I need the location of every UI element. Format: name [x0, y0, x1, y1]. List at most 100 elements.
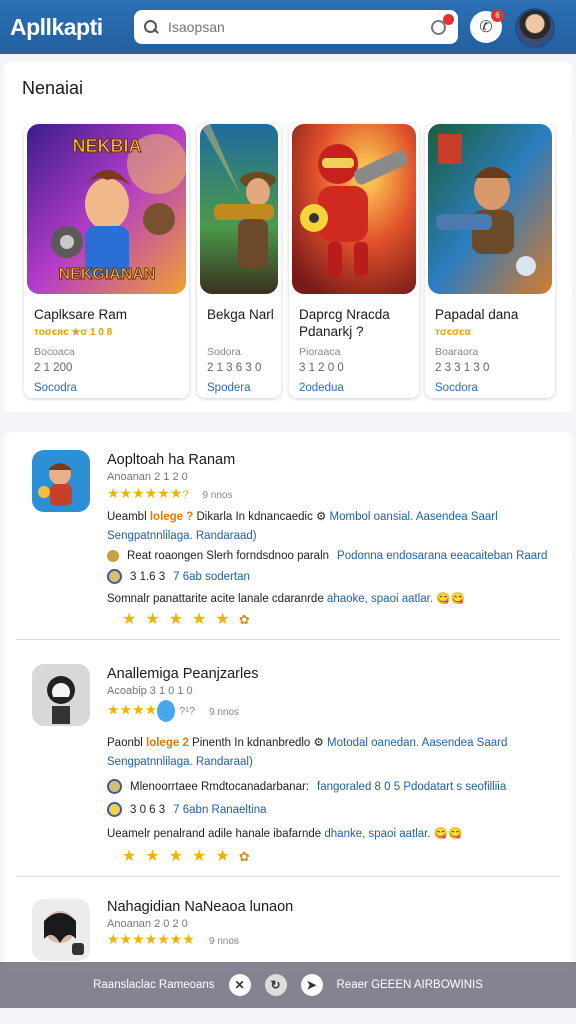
- card-meta: Boaraora: [435, 346, 479, 358]
- star-rating: ★★★★★★★ 9 nnos: [107, 931, 239, 947]
- card-title: Caplksare Ram: [34, 307, 128, 322]
- bell-icon: ✆: [479, 19, 493, 36]
- search-bar[interactable]: [134, 10, 458, 44]
- desc-link[interactable]: Sengpatnnlilaga. Randaraad): [107, 530, 257, 542]
- section-title: Nenaiai: [22, 78, 84, 98]
- card-price: 3 1 2 0 0: [299, 362, 344, 374]
- card-meta: Sodora: [207, 346, 241, 358]
- user-rating-stars[interactable]: ★★★★★✿: [122, 846, 259, 866]
- desc-text: Paonbl: [107, 737, 143, 749]
- app-description: Ueambl lolege ? Dikarla In kdnancaedic ⚙…: [107, 511, 498, 542]
- featured-section: Nenaiai NEKBIA NEKGIANAN Caplksare Ram т…: [4, 62, 572, 412]
- globe-icon: [107, 569, 122, 584]
- card-title: Bekga Narl: [207, 307, 274, 322]
- game-artwork: [200, 124, 278, 294]
- rating-count: 9 nnos: [209, 706, 240, 718]
- app-icon[interactable]: [32, 450, 90, 512]
- feature-link[interactable]: 7 6ab sodertan: [173, 571, 250, 583]
- game-artwork: [428, 124, 552, 294]
- art-title-text: NEKBIA: [72, 136, 141, 156]
- desc-link[interactable]: Mombol oansial. Aasendea Saarl: [330, 511, 498, 523]
- card-action-link[interactable]: Spodera: [207, 382, 250, 394]
- desc-text: Pinenth In kdnanbredlo: [192, 737, 311, 749]
- user-avatar[interactable]: [515, 8, 555, 48]
- list-item[interactable]: Nahagidian NaNeaoa lunaon Anoanan 2 0 2 …: [16, 877, 560, 972]
- feature-row: Reat roaongen Slerh forndsdnoo paraln Po…: [107, 550, 547, 562]
- card-action-link[interactable]: Socdora: [435, 382, 478, 394]
- desc-highlight: lolege ?: [149, 511, 194, 523]
- app-icon[interactable]: [32, 899, 90, 961]
- info-icon: [107, 779, 122, 794]
- tools-icon[interactable]: ✕: [228, 974, 251, 996]
- art-subtitle-text: NEKGIANAN: [59, 266, 156, 283]
- app-subtitle: Anoanan 2 1 2 0: [107, 471, 188, 483]
- card-title-line2: Pdanarkj ?: [299, 324, 364, 339]
- card-rating: тоσєяє ★σ 1 0 8: [34, 327, 113, 338]
- desc-highlight: lolege 2: [146, 737, 189, 749]
- feature-text: Reat roaongen Slerh forndsdnoo paraln: [127, 550, 330, 562]
- feature-row: 3 1.6 3 7 6ab sodertan: [107, 569, 250, 584]
- featured-card[interactable]: NEKBIA NEKGIANAN Caplksare Ram тоσєяє ★σ…: [24, 124, 189, 398]
- card-action-link[interactable]: Socodra: [34, 382, 77, 394]
- notifications-button[interactable]: ✆ 6: [470, 9, 504, 43]
- footer-link[interactable]: ahaoke, spaoi aatlar.: [327, 593, 433, 605]
- feature-icon: [107, 550, 119, 562]
- bottom-right-label[interactable]: Reaer GEEEN AIRBOWINIS: [337, 979, 483, 991]
- refresh-icon[interactable]: ↻: [264, 974, 287, 996]
- game-artwork: [292, 124, 416, 294]
- desc-link[interactable]: Sengpatnnlilaga. Randaraal): [107, 756, 253, 768]
- app-name[interactable]: Nahagidian NaNeaoa lunaon: [107, 899, 293, 915]
- app-footer-text: Ueamelr penalrand adile hanale ibafarnde…: [107, 828, 463, 840]
- desc-text: Ueambl: [107, 511, 147, 523]
- bottom-left-label[interactable]: Raanslaclac Rameoans: [93, 979, 214, 991]
- app-list: Aopltoah ha Ranam Anoanan 2 1 2 0 ★★★★★★…: [4, 432, 572, 972]
- app-name[interactable]: Aopltoah ha Ranam: [107, 452, 235, 468]
- share-icon[interactable]: ➤: [300, 974, 323, 996]
- bottom-toolbar: Raanslaclac Rameoans ✕ ↻ ➤ Reaer GEEEN A…: [0, 962, 576, 1008]
- app-subtitle: Anoanan 2 0 2 0: [107, 918, 188, 930]
- card-title: Papadal dana: [435, 307, 519, 322]
- featured-card[interactable]: Daprcg Nracda Pdanarkj ? Pioraaca 3 1 2 …: [289, 124, 419, 398]
- globe-icon: [107, 802, 122, 817]
- feature-text: 3 0 6 3: [130, 803, 166, 816]
- list-item[interactable]: Aopltoah ha Ranam Anoanan 2 1 2 0 ★★★★★★…: [16, 432, 560, 640]
- feature-text: 3 1.6 3: [130, 570, 166, 583]
- app-icon[interactable]: [32, 664, 90, 726]
- card-rating: тσєσєα: [435, 327, 471, 338]
- feature-link[interactable]: Podonna endosarana eeacaiteban Raard: [337, 550, 547, 562]
- search-icon: [144, 20, 158, 34]
- top-app-bar: Apllkapti ✆ 6: [0, 0, 576, 54]
- footer-text: Somnalr panattarite acite lanale cdaranr…: [107, 593, 324, 605]
- rating-count: 9 nnos: [202, 490, 233, 501]
- user-rating-stars[interactable]: ★★★★★✿: [122, 609, 259, 629]
- app-footer-text: Somnalr panattarite acite lanale cdaranr…: [107, 593, 465, 605]
- notification-count-badge: 6: [491, 9, 504, 22]
- desc-text: Dikarla In kdnancaedic: [196, 511, 313, 523]
- star-rating: ★★★★ ?¹? 9 nnos: [107, 700, 239, 722]
- feature-text: Mlenoorrtaee Rmdtocanadarbanar:: [130, 780, 309, 793]
- feature-link[interactable]: 7 6abn Ranaeltina: [173, 804, 266, 816]
- card-title: Daprcg Nracda: [299, 307, 390, 322]
- footer-link[interactable]: dhanke, spaoi aatlar.: [324, 828, 430, 840]
- card-price: 2 1 3 6 3 0: [207, 362, 262, 374]
- star-rating: ★★★★★★? 9 nnos: [107, 485, 233, 501]
- feature-link[interactable]: fangoraled 8 0 5 Pdodatart s seofilliia: [317, 781, 506, 793]
- card-meta: Pioraaca: [299, 346, 341, 358]
- featured-card[interactable]: Bekga Narl Sodora 2 1 3 6 3 0 Spodera: [197, 124, 281, 398]
- app-logo[interactable]: Apllkapti: [10, 14, 132, 41]
- app-name[interactable]: Anallemiga Peanjzarles: [107, 666, 259, 682]
- desc-link[interactable]: Motodal oanedan. Aasendea Saard: [327, 737, 507, 749]
- app-subtitle: Acoabip 3 1 0 1 0: [107, 685, 193, 697]
- search-input[interactable]: [168, 19, 418, 35]
- list-item[interactable]: Anallemiga Peanjzarles Acoabip 3 1 0 1 0…: [16, 640, 560, 877]
- card-price: 2 1 200: [34, 362, 73, 374]
- game-artwork: NEKBIA NEKGIANAN: [27, 124, 186, 294]
- app-description: Paonbl lolege 2 Pinenth In kdnanbredlo ⚙…: [107, 737, 508, 768]
- search-alert-dot: [443, 14, 454, 25]
- footer-text: Ueamelr penalrand adile hanale ibafarnde: [107, 828, 322, 840]
- featured-card[interactable]: Papadal dana тσєσєα Boaraora 2 3 3 1 3 0…: [425, 124, 555, 398]
- rating-count: 9 nnos: [208, 936, 239, 947]
- card-meta: Bocoaca: [34, 346, 75, 358]
- card-action-link[interactable]: 2odedua: [299, 382, 344, 394]
- feature-row: Mlenoorrtaee Rmdtocanadarbanar: fangoral…: [107, 779, 506, 794]
